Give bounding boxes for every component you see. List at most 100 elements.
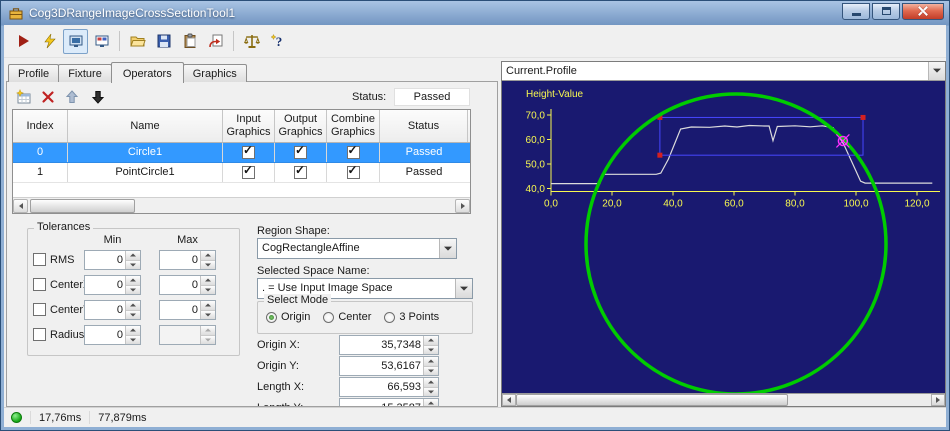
maximize-button[interactable] — [872, 2, 900, 20]
tab-fixture[interactable]: Fixture — [58, 64, 112, 82]
tab-operators[interactable]: Operators — [110, 62, 184, 83]
grid-column-header[interactable]: Combine Graphics — [327, 110, 380, 142]
spin-up-icon[interactable] — [201, 301, 215, 311]
scroll-left-icon[interactable] — [13, 199, 28, 213]
show-image-display-button[interactable] — [63, 28, 88, 54]
numeric-updown[interactable]: 66,593 — [339, 377, 439, 397]
tolerance-checkbox[interactable] — [33, 328, 46, 341]
help-button[interactable]: ? — [265, 29, 290, 54]
show-graphics-button[interactable] — [89, 29, 114, 54]
minimize-button[interactable] — [842, 2, 870, 20]
numeric-updown[interactable]: 15,3587 — [339, 398, 439, 406]
tab-graphics[interactable]: Graphics — [182, 64, 247, 82]
run-button[interactable] — [11, 29, 36, 54]
import-button[interactable] — [203, 29, 228, 54]
add-operator-button[interactable] — [13, 87, 35, 107]
scroll-left-icon[interactable] — [502, 394, 516, 406]
grid-column-header[interactable]: Index — [13, 110, 68, 142]
spin-up-icon[interactable] — [424, 378, 438, 388]
numeric-updown[interactable]: 53,6167 — [339, 356, 439, 376]
graphics-checkbox[interactable] — [242, 144, 255, 159]
grid-cell: 1 — [13, 163, 68, 182]
operator-row[interactable]: 1PointCircle1 Passed — [13, 163, 470, 183]
numeric-value: 0 — [191, 279, 198, 291]
graphics-checkbox[interactable] — [346, 164, 360, 179]
grid-column-header[interactable]: Status — [380, 110, 468, 142]
grid-column-header[interactable]: Name — [68, 110, 223, 142]
spinner-buttons — [200, 251, 215, 269]
graphics-checkbox[interactable] — [294, 164, 307, 179]
numeric-updown[interactable]: 0 — [84, 275, 141, 295]
spin-up-icon[interactable] — [201, 251, 215, 261]
graphics-checkbox[interactable] — [294, 144, 307, 159]
titlebar[interactable]: Cog3DRangeImageCrossSectionTool1 — [1, 1, 949, 25]
numeric-updown — [159, 325, 216, 345]
delete-operator-button[interactable] — [37, 87, 59, 107]
spin-down-icon[interactable] — [201, 335, 215, 344]
quick-run-button[interactable] — [37, 29, 62, 54]
move-up-button[interactable] — [61, 87, 83, 107]
spin-down-icon[interactable] — [201, 260, 215, 269]
graphics-checkbox[interactable] — [346, 144, 360, 159]
profile-selector-combo[interactable]: Current.Profile — [502, 62, 945, 81]
numeric-updown[interactable]: 0 — [159, 300, 216, 320]
tolerance-checkbox[interactable] — [33, 303, 46, 316]
tolerance-row: CenterY 0 0 — [28, 299, 239, 324]
spin-up-icon[interactable] — [126, 301, 140, 311]
spin-down-icon[interactable] — [201, 310, 215, 319]
grid-horizontal-scrollbar[interactable] — [13, 197, 470, 213]
region-rect-overlay[interactable] — [659, 116, 864, 156]
spin-down-icon[interactable] — [201, 285, 215, 294]
chevron-down-icon[interactable] — [928, 62, 945, 80]
numeric-updown[interactable]: 0 — [84, 300, 141, 320]
grid-cell — [275, 163, 327, 182]
numeric-value: 0 — [116, 254, 123, 266]
spin-up-icon[interactable] — [126, 326, 140, 336]
grid-scrollbar-thumb[interactable] — [30, 199, 135, 213]
scroll-right-icon[interactable] — [455, 199, 470, 213]
graphics-checkbox[interactable] — [242, 164, 255, 179]
spin-up-icon[interactable] — [126, 251, 140, 261]
save-button[interactable] — [151, 29, 176, 54]
spin-down-icon[interactable] — [424, 387, 438, 396]
open-button[interactable] — [125, 29, 150, 54]
grid-column-header[interactable]: Input Graphics — [223, 110, 275, 142]
spin-up-icon[interactable] — [424, 399, 438, 406]
move-down-button[interactable] — [87, 87, 109, 107]
scroll-right-icon[interactable] — [931, 394, 945, 406]
spin-down-icon[interactable] — [126, 335, 140, 344]
plot-scrollbar-thumb[interactable] — [516, 394, 788, 406]
spin-up-icon[interactable] — [126, 276, 140, 286]
profile-plot[interactable]: 70,0 60,0 50,0 40,0 0,0 20,0 40,0 60,0 80,0 100,0… — [502, 81, 945, 393]
spin-up-icon[interactable] — [201, 326, 215, 336]
plot-horizontal-scrollbar[interactable] — [502, 393, 945, 406]
region-handle[interactable] — [860, 114, 866, 120]
paste-button[interactable] — [177, 29, 202, 54]
tab-profile[interactable]: Profile — [8, 64, 60, 82]
spin-down-icon[interactable] — [126, 260, 140, 269]
tolerance-checkbox[interactable] — [33, 253, 46, 266]
spin-down-icon[interactable] — [126, 285, 140, 294]
spin-down-icon[interactable] — [424, 366, 438, 375]
numeric-updown[interactable]: 0 — [84, 250, 141, 270]
numeric-updown[interactable]: 0 — [159, 275, 216, 295]
y-tick-label: 40,0 — [526, 184, 546, 195]
numeric-value: 0 — [191, 254, 198, 266]
calibrate-button[interactable] — [239, 29, 264, 54]
operator-row[interactable]: 0Circle1 Passed — [13, 143, 470, 163]
numeric-updown[interactable]: 0 — [159, 250, 216, 270]
spin-down-icon[interactable] — [126, 310, 140, 319]
tab-strip: Profile Fixture Operators Graphics — [8, 61, 247, 83]
client-area: ? Profile Fixture Operators Graphics Status… — [4, 25, 946, 427]
numeric-updown[interactable]: 35,7348 — [339, 335, 439, 355]
spin-down-icon[interactable] — [424, 345, 438, 354]
spin-up-icon[interactable] — [424, 357, 438, 367]
spin-up-icon[interactable] — [424, 336, 438, 346]
spin-up-icon[interactable] — [201, 276, 215, 286]
grid-column-header[interactable]: Output Graphics — [275, 110, 327, 142]
tolerance-checkbox[interactable] — [33, 278, 46, 291]
close-button[interactable] — [902, 2, 944, 20]
numeric-updown[interactable]: 0 — [84, 325, 141, 345]
region-handle[interactable] — [657, 152, 663, 158]
numeric-value: 15,3587 — [340, 399, 423, 406]
